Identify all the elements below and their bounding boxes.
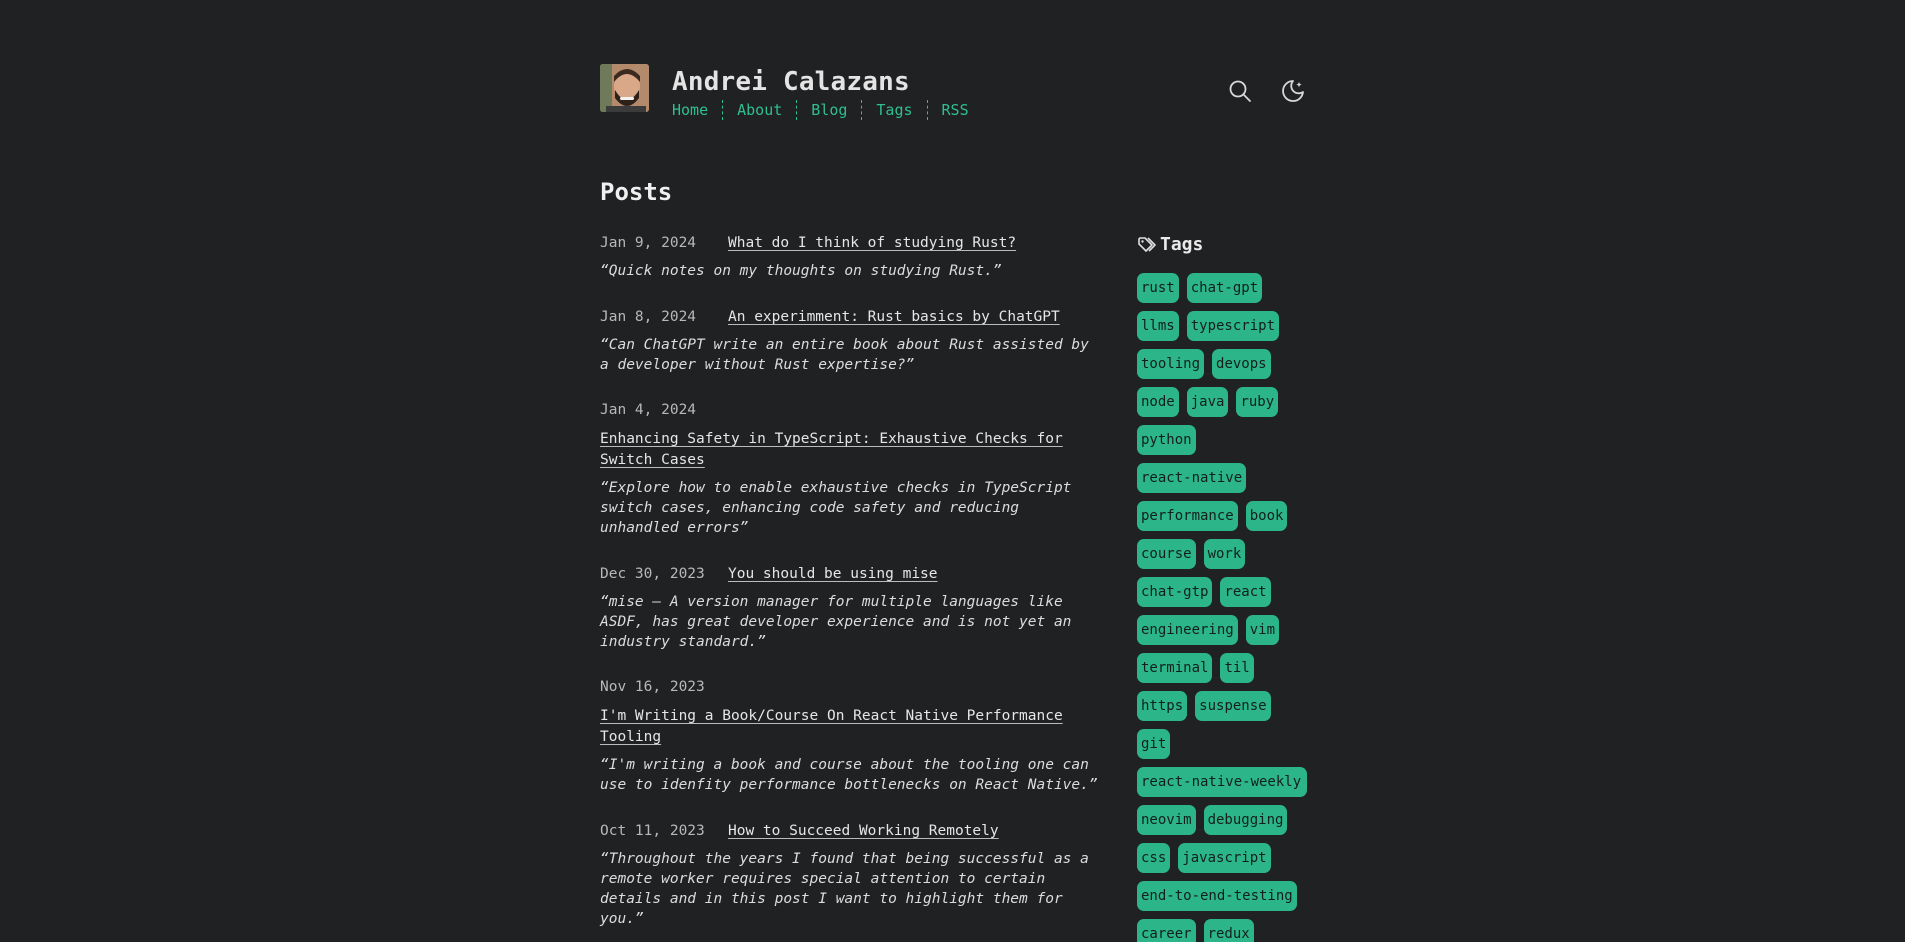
tag-ruby[interactable]: ruby (1236, 387, 1279, 417)
tag-react-native-weekly[interactable]: react-native-weekly (1137, 767, 1307, 797)
post-date: Jan 8, 2024 (600, 309, 697, 325)
tag-rust[interactable]: rust (1137, 273, 1179, 303)
post-date: Nov 16, 2023 (600, 679, 705, 695)
search-icon (1229, 80, 1251, 102)
tag-tooling[interactable]: tooling (1137, 349, 1205, 379)
post-item: Nov 16, 2023 I'm Writing a Book/Course On… (600, 677, 1100, 795)
tag-debugging[interactable]: debugging (1203, 805, 1288, 835)
tag-performance[interactable]: performance (1137, 501, 1238, 531)
page: Andrei Calazans Home About Blog Tags RSS (0, 0, 1905, 942)
tag-llms[interactable]: llms (1137, 311, 1179, 341)
posts-heading: Posts (600, 178, 673, 206)
tag-terminal[interactable]: terminal (1137, 653, 1213, 683)
post-description: “I'm writing a book and course about the… (600, 757, 1098, 793)
post-item: Jan 8, 2024 An experimment: Rust basics b… (600, 306, 1100, 375)
site-header: Andrei Calazans Home About Blog Tags RSS (600, 64, 1306, 124)
post-title-link[interactable]: You should be using mise (728, 566, 938, 582)
post-description: “Quick notes on my thoughts on studying … (600, 263, 1002, 279)
main-nav: Home About Blog Tags RSS (672, 100, 983, 120)
post-title-link[interactable]: I'm Writing a Book/Course On React Nativ… (600, 708, 1063, 745)
nav-tags[interactable]: Tags (861, 100, 926, 120)
post-item: Jan 4, 2024 Enhancing Safety in TypeScrip… (600, 400, 1100, 538)
nav-home[interactable]: Home (672, 100, 722, 120)
tag-work[interactable]: work (1203, 539, 1246, 569)
post-title-link[interactable]: An experimment: Rust basics by ChatGPT (728, 309, 1060, 325)
post-date: Jan 9, 2024 (600, 235, 697, 251)
moon-icon (1282, 80, 1304, 102)
post-item: Dec 30, 2023 You should be using mise “mi… (600, 563, 1100, 652)
tag-chat-gpt[interactable]: chat-gpt (1186, 273, 1263, 303)
tag-suspense[interactable]: suspense (1195, 691, 1271, 721)
post-title-link[interactable]: Enhancing Safety in TypeScript: Exhausti… (600, 431, 1063, 468)
tag-end-to-end-testing[interactable]: end-to-end-testing (1137, 881, 1297, 911)
avatar[interactable] (600, 64, 649, 112)
tag-git[interactable]: git (1137, 729, 1171, 759)
tag-vim[interactable]: vim (1245, 615, 1280, 645)
search-button[interactable] (1227, 78, 1253, 104)
tag-chat-gtp[interactable]: chat-gtp (1137, 577, 1213, 607)
nav-about[interactable]: About (722, 100, 796, 120)
site-title[interactable]: Andrei Calazans (672, 67, 910, 97)
tags-sidebar: Tags rust chat-gpt llms typescript tooli… (1137, 234, 1307, 942)
post-item: Oct 11, 2023 How to Succeed Working Remot… (600, 820, 1100, 929)
post-date: Jan 4, 2024 (600, 402, 697, 418)
post-description: “mise – A version manager for multiple l… (600, 594, 1072, 650)
tag-career[interactable]: career (1137, 919, 1196, 942)
header-actions (1227, 78, 1306, 104)
post-item: Jan 9, 2024 What do I think of studying R… (600, 232, 1100, 281)
tag-react[interactable]: react (1220, 577, 1271, 607)
post-list: Jan 9, 2024 What do I think of studying R… (600, 232, 1100, 942)
tag-react-native[interactable]: react-native (1137, 463, 1247, 493)
post-description: “Throughout the years I found that being… (600, 851, 1089, 927)
tags-icon (1138, 236, 1156, 252)
tag-neovim[interactable]: neovim (1137, 805, 1196, 835)
post-description: “Can ChatGPT write an entire book about … (600, 337, 1089, 373)
tag-css[interactable]: css (1137, 843, 1171, 873)
tag-devops[interactable]: devops (1212, 349, 1271, 379)
post-title-link[interactable]: How to Succeed Working Remotely (728, 823, 999, 839)
nav-rss[interactable]: RSS (926, 100, 983, 120)
tag-typescript[interactable]: typescript (1186, 311, 1280, 341)
tag-engineering[interactable]: engineering (1137, 615, 1238, 645)
post-title-link[interactable]: What do I think of studying Rust? (728, 235, 1016, 251)
tag-til[interactable]: til (1220, 653, 1254, 683)
tag-node[interactable]: node (1137, 387, 1179, 417)
tag-java[interactable]: java (1186, 387, 1229, 417)
theme-toggle-button[interactable] (1280, 78, 1306, 104)
tags-heading-label: Tags (1160, 234, 1204, 255)
post-date: Dec 30, 2023 (600, 566, 705, 582)
avatar-image (600, 64, 649, 112)
tag-redux[interactable]: redux (1203, 919, 1254, 942)
tag-https[interactable]: https (1137, 691, 1188, 721)
tag-list: rust chat-gpt llms typescript tooling de… (1137, 273, 1307, 942)
tag-python[interactable]: python (1137, 425, 1196, 455)
nav-blog[interactable]: Blog (796, 100, 861, 120)
tags-heading: Tags (1137, 234, 1307, 255)
tag-javascript[interactable]: javascript (1178, 843, 1271, 873)
post-description: “Explore how to enable exhaustive checks… (600, 480, 1072, 536)
tag-course[interactable]: course (1137, 539, 1196, 569)
post-date: Oct 11, 2023 (600, 823, 705, 839)
tag-book[interactable]: book (1245, 501, 1288, 531)
